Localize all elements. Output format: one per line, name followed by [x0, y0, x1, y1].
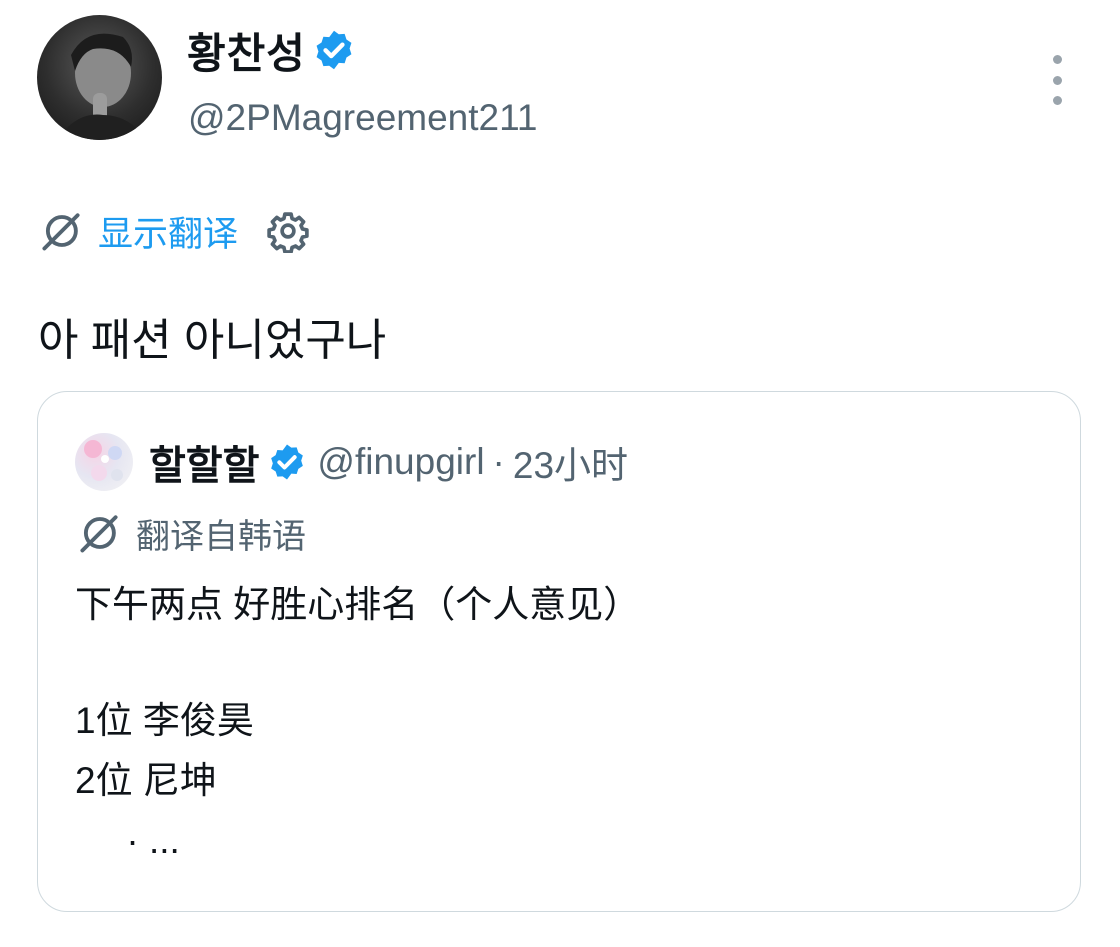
quoted-timestamp[interactable]: 23小时 — [513, 435, 628, 489]
verified-badge-icon — [316, 30, 352, 70]
more-dot — [1052, 75, 1062, 85]
quoted-text-line: 2位 尼坤 — [75, 760, 217, 801]
translate-row: 显示翻译 — [40, 205, 310, 257]
show-translation-link[interactable]: 显示翻译 — [98, 206, 238, 257]
gear-icon[interactable] — [266, 209, 310, 253]
quoted-text-line: 1位 李俊昊 — [75, 700, 254, 741]
author-avatar[interactable] — [37, 15, 162, 140]
translate-globe-icon — [42, 213, 80, 251]
quoted-text-line: 下午两点 好胜心排名（个人意见） — [75, 584, 641, 625]
quoted-avatar-image — [84, 440, 123, 481]
tweet-text: 아 패션 아니었구나 — [38, 316, 387, 365]
quoted-author-handle[interactable]: @finupgirl — [317, 441, 484, 483]
more-dot — [1052, 55, 1062, 64]
more-dot — [1052, 96, 1062, 105]
author-name[interactable]: 황찬성 — [187, 20, 306, 81]
translate-globe-icon — [80, 515, 118, 553]
quoted-text-line: · ... — [75, 820, 180, 861]
quoted-author-avatar[interactable] — [75, 433, 133, 491]
quoted-author-name[interactable]: 할할할 — [149, 433, 259, 491]
quoted-tweet-header: 할할할 @finupgirl · 23小时 — [75, 432, 628, 492]
verified-badge-icon — [271, 444, 304, 480]
quoted-tweet-text: 下午两点 好胜心排名（个人意见） 1位 李俊昊 2位 尼坤 · ... — [75, 575, 640, 871]
separator-dot: · — [492, 441, 505, 482]
author-name-row: 황찬성 — [187, 24, 356, 77]
quoted-text-spacer — [75, 635, 640, 691]
quoted-tweet-card[interactable]: 할할할 @finupgirl · 23小时 翻译自韩语 下午两点 好胜心排名（个… — [37, 391, 1081, 912]
quoted-translation-note: 翻译自韩语 — [78, 508, 306, 558]
author-handle[interactable]: @2PMagreement211 — [188, 97, 538, 139]
avatar-photo — [57, 33, 147, 140]
translated-from-label: 翻译自韩语 — [136, 517, 306, 556]
more-vertical-icon[interactable] — [1042, 55, 1072, 105]
